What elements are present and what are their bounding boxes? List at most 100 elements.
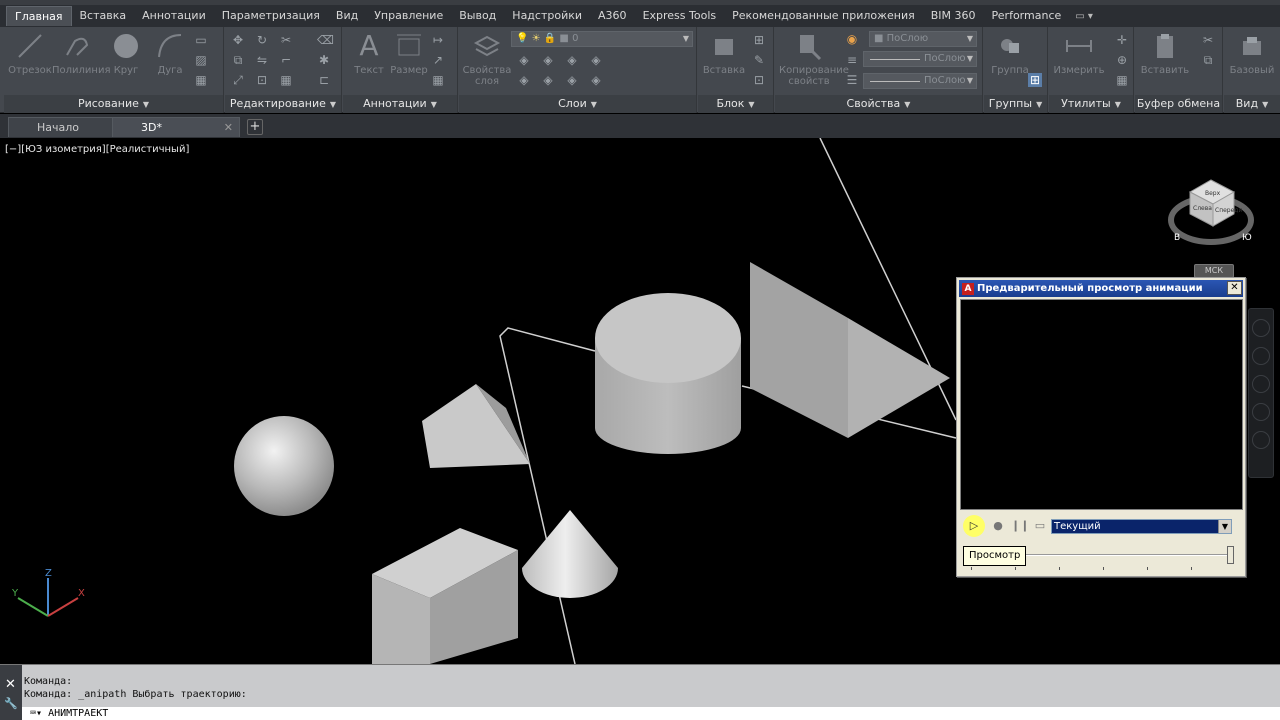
offset-icon[interactable]: ⊏: [317, 73, 331, 87]
group-modify-title[interactable]: Редактирование ▼: [225, 95, 341, 113]
layer-tool-icon[interactable]: ◈: [565, 73, 579, 87]
edit-block-icon[interactable]: ✎: [752, 53, 766, 67]
hatch-icon[interactable]: ▨: [194, 53, 208, 67]
base-view-button[interactable]: Базовый: [1226, 31, 1278, 76]
tab-insert[interactable]: Вставка: [72, 6, 135, 26]
gradient-icon[interactable]: ▦: [194, 73, 208, 87]
leader-options-icon[interactable]: ↗: [431, 53, 445, 67]
layer-properties-button[interactable]: Свойства слоя: [461, 31, 513, 87]
command-line-handle[interactable]: ✕ 🔧: [0, 665, 22, 720]
scale-icon[interactable]: ⊡: [255, 73, 269, 87]
tab-addins[interactable]: Надстройки: [504, 6, 590, 26]
cut-icon[interactable]: ✂: [1201, 33, 1215, 47]
group-block-title[interactable]: Блок ▼: [698, 95, 773, 113]
steering-wheel-icon[interactable]: [1252, 319, 1270, 337]
tab-featured-apps[interactable]: Рекомендованные приложения: [724, 6, 923, 26]
tab-view[interactable]: Вид: [328, 6, 366, 26]
match-properties-button[interactable]: Копирование свойств: [779, 31, 849, 87]
fillet-icon[interactable]: ⌐: [279, 53, 293, 67]
navigation-bar[interactable]: [1248, 308, 1274, 478]
wedge-solid[interactable]: [750, 262, 848, 438]
color-wheel-icon[interactable]: ◉: [845, 32, 859, 46]
close-icon[interactable]: ✕: [224, 118, 233, 138]
pause-button[interactable]: ❙❙: [1011, 518, 1029, 534]
explode-icon[interactable]: ✱: [317, 53, 331, 67]
insert-block-button[interactable]: Вставка: [698, 31, 750, 76]
edit-attributes-icon[interactable]: ⊡: [752, 73, 766, 87]
tab-parametric[interactable]: Параметризация: [214, 6, 328, 26]
copy-clip-icon[interactable]: ⧉: [1201, 53, 1215, 67]
close-icon[interactable]: ✕: [5, 677, 16, 692]
cone-solid[interactable]: [522, 510, 618, 598]
record-button[interactable]: ●: [989, 518, 1007, 534]
list-icon[interactable]: ☰: [845, 73, 859, 87]
color-dropdown[interactable]: ■ ПоСлою ▼: [869, 31, 977, 47]
group-utilities-title[interactable]: Утилиты ▼: [1049, 95, 1133, 113]
play-button[interactable]: ▷: [963, 515, 985, 537]
group-select-icon[interactable]: ⊞: [1028, 73, 1042, 87]
group-layers-title[interactable]: Слои ▼: [459, 95, 696, 113]
zoom-icon[interactable]: [1252, 375, 1270, 393]
file-tab-3d[interactable]: 3D* ✕: [112, 117, 240, 137]
move-icon[interactable]: ✥: [231, 33, 245, 47]
mirror-icon[interactable]: ⇋: [255, 53, 269, 67]
array-icon[interactable]: ▦: [279, 73, 293, 87]
tab-annotate[interactable]: Аннотации: [134, 6, 214, 26]
command-icon[interactable]: ⌨▾: [30, 708, 48, 719]
group-annotation-title[interactable]: Аннотации ▼: [343, 95, 457, 113]
group-properties-title[interactable]: Свойства ▼: [775, 95, 982, 113]
tab-express-tools[interactable]: Express Tools: [635, 6, 725, 26]
paste-button[interactable]: Вставить: [1139, 31, 1191, 76]
arc-tool-button[interactable]: Дуга: [144, 31, 196, 76]
ribbon-options-icon[interactable]: ▭ ▾: [1075, 11, 1093, 22]
rectangle-icon[interactable]: ▭: [194, 33, 208, 47]
group-groups-title[interactable]: Группы ▼: [984, 95, 1047, 113]
group-draw-title[interactable]: Рисование ▼: [4, 95, 223, 113]
create-block-icon[interactable]: ⊞: [752, 33, 766, 47]
calculator-icon[interactable]: ▦: [1115, 73, 1129, 87]
quick-select-icon[interactable]: ✛: [1115, 33, 1129, 47]
lineweight-dropdown[interactable]: ПоСлою ▼: [863, 73, 977, 89]
layer-tool-icon[interactable]: ◈: [589, 73, 603, 87]
pan-icon[interactable]: [1252, 347, 1270, 365]
frame-slider-thumb[interactable]: [1227, 546, 1234, 564]
orbit-icon[interactable]: [1252, 403, 1270, 421]
copy-icon[interactable]: ⧉: [231, 53, 245, 67]
viewport-controls-label[interactable]: [−][ЮЗ изометрия][Реалистичный]: [5, 144, 189, 155]
erase-icon[interactable]: ⌫: [317, 33, 334, 47]
table-icon[interactable]: ▦: [431, 73, 445, 87]
group-view-title[interactable]: Вид ▼: [1224, 95, 1280, 113]
rotate-icon[interactable]: ↻: [255, 33, 269, 47]
trim-icon[interactable]: ✂: [279, 33, 293, 47]
dimension-tool-button[interactable]: Размер: [383, 31, 435, 76]
tab-bim360[interactable]: BIM 360: [923, 6, 984, 26]
visual-style-select[interactable]: Текущий ▼: [1051, 519, 1232, 534]
linetype-dropdown[interactable]: ПоСлою ▼: [863, 51, 977, 67]
layer-tool-icon[interactable]: ◈: [589, 53, 603, 67]
tab-home[interactable]: Главная: [6, 6, 72, 26]
measure-tool-button[interactable]: Измерить: [1053, 31, 1105, 76]
tab-a360[interactable]: А360: [590, 6, 635, 26]
command-input[interactable]: ⌨▾ АНИМТРАЕКТ: [22, 707, 1280, 720]
layer-tool-icon[interactable]: ◈: [517, 53, 531, 67]
close-button[interactable]: ✕: [1227, 281, 1242, 295]
chevron-down-icon[interactable]: ▼: [1218, 520, 1231, 533]
lineweight-icon[interactable]: ≡: [845, 53, 859, 67]
group-clipboard-title[interactable]: Буфер обмена: [1135, 95, 1222, 113]
polyline-tool-button[interactable]: Полилиния: [52, 31, 110, 76]
wcs-menu-button[interactable]: МСК: [1194, 264, 1234, 278]
save-animation-button[interactable]: ▭: [1031, 518, 1049, 534]
layer-tool-icon[interactable]: ◈: [517, 73, 531, 87]
dialog-titlebar[interactable]: A Предварительный просмотр анимации ✕: [959, 280, 1243, 297]
select-all-icon[interactable]: ⊕: [1115, 53, 1129, 67]
tab-performance[interactable]: Performance: [984, 6, 1070, 26]
layer-tool-icon[interactable]: ◈: [541, 53, 555, 67]
customize-icon[interactable]: 🔧: [4, 697, 18, 710]
stretch-icon[interactable]: ⤢: [231, 73, 245, 87]
layer-tool-icon[interactable]: ◈: [565, 53, 579, 67]
layer-dropdown[interactable]: 💡 ☀ 🔒 ■ 0 ▼: [511, 31, 693, 47]
showmotion-icon[interactable]: [1252, 431, 1270, 449]
leader-icon[interactable]: ↦: [431, 33, 445, 47]
tab-manage[interactable]: Управление: [366, 6, 451, 26]
sphere-solid[interactable]: [234, 416, 334, 516]
